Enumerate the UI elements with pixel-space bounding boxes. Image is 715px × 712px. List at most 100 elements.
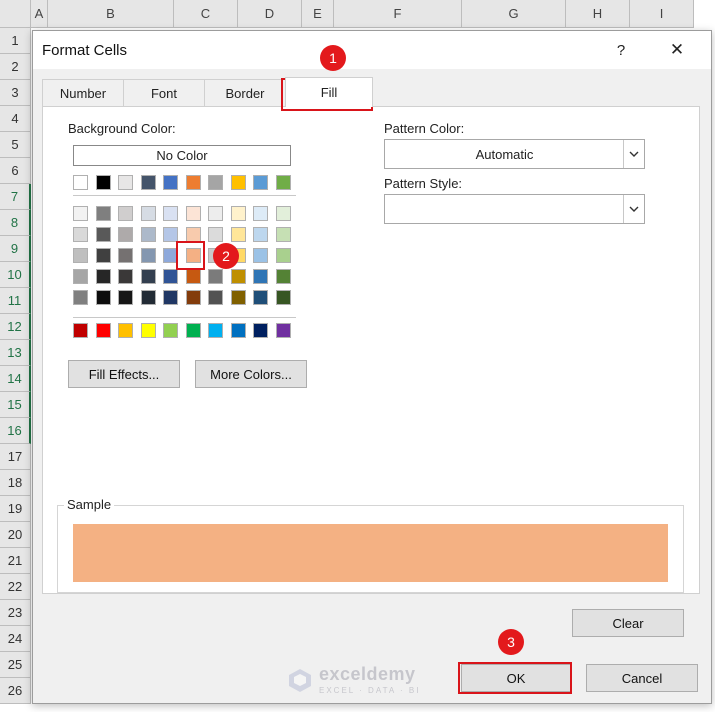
fill-effects-button[interactable]: Fill Effects... [68,360,180,388]
close-icon[interactable]: ✕ [663,38,691,62]
standard-color-swatch[interactable] [208,323,223,338]
column-header-c[interactable]: C [174,0,238,28]
tint-color-swatch[interactable] [95,227,111,242]
tint-color-swatch[interactable] [253,290,268,305]
row-header[interactable]: 24 [0,626,31,652]
tint-color-swatch[interactable] [73,269,88,284]
standard-color-swatch[interactable] [140,323,156,338]
row-header[interactable]: 5 [0,132,31,158]
row-header[interactable]: 7 [0,184,31,210]
column-header-a[interactable]: A [31,0,48,28]
theme-color-swatch[interactable] [230,175,246,190]
help-button[interactable]: ? [609,38,633,62]
tab-border[interactable]: Border [204,79,286,107]
row-header[interactable]: 15 [0,392,31,418]
tint-color-swatch[interactable] [230,227,246,242]
tint-color-swatch[interactable] [185,227,201,242]
select-all-corner[interactable] [0,0,31,28]
tab-number[interactable]: Number [42,79,124,107]
theme-color-swatch[interactable] [275,175,291,190]
pattern-color-select[interactable]: Automatic [384,139,645,169]
standard-color-swatch[interactable] [95,323,111,338]
column-header-i[interactable]: I [630,0,694,28]
row-header[interactable]: 12 [0,314,31,340]
row-header[interactable]: 18 [0,470,31,496]
tint-color-swatch[interactable] [95,206,111,221]
standard-color-swatch[interactable] [118,323,133,338]
tint-color-swatch[interactable] [275,269,291,284]
tint-color-swatch[interactable] [163,227,178,242]
standard-color-swatch[interactable] [73,323,88,338]
row-header[interactable]: 17 [0,444,31,470]
chevron-down-icon[interactable] [623,140,644,168]
tint-color-swatch[interactable] [230,290,246,305]
row-header[interactable]: 4 [0,106,31,132]
standard-color-swatch[interactable] [185,323,201,338]
tint-color-swatch[interactable] [118,290,133,305]
tint-color-swatch[interactable] [73,227,88,242]
tint-color-swatch[interactable] [275,227,291,242]
row-header[interactable]: 19 [0,496,31,522]
tint-color-swatch[interactable] [253,248,268,263]
column-header-f[interactable]: F [334,0,462,28]
row-header[interactable]: 9 [0,236,31,262]
theme-color-swatch[interactable] [163,175,178,190]
row-header[interactable]: 20 [0,522,31,548]
chevron-down-icon[interactable] [623,195,644,223]
row-header[interactable]: 3 [0,80,31,106]
tint-color-swatch[interactable] [185,290,201,305]
tab-fill[interactable]: Fill [285,77,373,107]
tint-color-swatch[interactable] [253,227,268,242]
row-header[interactable]: 6 [0,158,31,184]
tint-color-swatch[interactable] [95,290,111,305]
tint-color-swatch[interactable] [253,269,268,284]
tint-color-swatch[interactable] [140,290,156,305]
tint-color-swatch[interactable] [275,248,291,263]
tint-color-swatch[interactable] [185,269,201,284]
tint-color-swatch[interactable] [118,206,133,221]
tint-color-swatch[interactable] [185,206,201,221]
pattern-style-select[interactable] [384,194,645,224]
tint-color-swatch[interactable] [163,206,178,221]
standard-color-swatch[interactable] [230,323,246,338]
theme-color-swatch[interactable] [140,175,156,190]
tint-color-swatch[interactable] [163,290,178,305]
tint-color-swatch[interactable] [95,269,111,284]
tint-color-swatch[interactable] [73,290,88,305]
tint-color-swatch[interactable] [118,269,133,284]
tint-color-swatch[interactable] [95,248,111,263]
tab-font[interactable]: Font [123,79,205,107]
cancel-button[interactable]: Cancel [586,664,698,692]
dialog-title-bar[interactable]: Format Cells ? ✕ [33,31,711,69]
clear-button[interactable]: Clear [572,609,684,637]
theme-color-swatch[interactable] [185,175,201,190]
tint-color-swatch[interactable] [230,206,246,221]
row-header[interactable]: 21 [0,548,31,574]
column-header-b[interactable]: B [48,0,174,28]
row-header[interactable]: 13 [0,340,31,366]
tint-color-swatch[interactable] [140,227,156,242]
row-header[interactable]: 23 [0,600,31,626]
column-header-g[interactable]: G [462,0,566,28]
column-header-e[interactable]: E [302,0,334,28]
theme-color-swatch[interactable] [118,175,133,190]
no-color-button[interactable]: No Color [73,145,291,166]
row-header[interactable]: 1 [0,28,31,54]
theme-color-swatch[interactable] [253,175,268,190]
standard-color-swatch[interactable] [253,323,268,338]
tint-color-swatch[interactable] [275,290,291,305]
tint-color-swatch[interactable] [140,206,156,221]
more-colors-button[interactable]: More Colors... [195,360,307,388]
row-header[interactable]: 10 [0,262,31,288]
tint-color-swatch[interactable] [230,269,246,284]
tint-color-swatch[interactable] [140,269,156,284]
row-header[interactable]: 25 [0,652,31,678]
tint-color-swatch[interactable] [118,248,133,263]
tint-color-swatch[interactable] [118,227,133,242]
standard-color-swatch[interactable] [275,323,291,338]
column-header-d[interactable]: D [238,0,302,28]
row-header[interactable]: 2 [0,54,31,80]
tint-color-swatch[interactable] [73,206,88,221]
tint-color-swatch[interactable] [275,206,291,221]
tint-color-swatch[interactable] [253,206,268,221]
